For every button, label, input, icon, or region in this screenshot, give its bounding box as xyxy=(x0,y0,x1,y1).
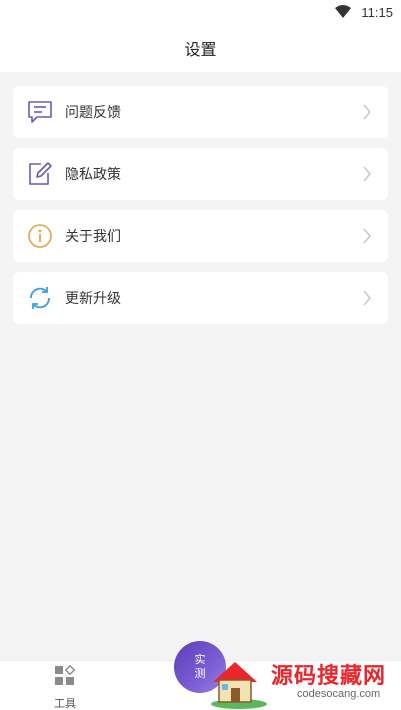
wifi-icon xyxy=(335,3,352,22)
menu-label-privacy: 隐私政策 xyxy=(65,167,121,183)
status-bar: 11:15 xyxy=(0,0,401,24)
tab-tools[interactable]: 工具 xyxy=(40,664,90,710)
chevron-right-icon xyxy=(360,289,374,307)
menu-label-update: 更新升级 xyxy=(65,291,121,307)
status-time: 11:15 xyxy=(361,4,393,20)
watermark: 源码搜藏网 codesocang.com xyxy=(205,654,401,710)
menu-item-update[interactable]: 更新升级 xyxy=(13,272,388,324)
feedback-icon xyxy=(27,99,53,125)
house-logo-icon xyxy=(211,662,267,709)
info-icon xyxy=(27,223,53,249)
menu-item-privacy[interactable]: 隐私政策 xyxy=(13,148,388,200)
fab-label-line2: 测 xyxy=(194,667,206,680)
menu-item-feedback[interactable]: 问题反馈 xyxy=(13,86,388,138)
watermark-url: codesocang.com xyxy=(297,688,381,700)
menu-label-feedback: 问题反馈 xyxy=(65,105,121,121)
chevron-right-icon xyxy=(360,227,374,245)
tab-tools-label: 工具 xyxy=(54,697,76,710)
fab-label-line1: 实 xyxy=(194,653,206,666)
chevron-right-icon xyxy=(360,165,374,183)
page-title: 设置 xyxy=(184,40,217,59)
refresh-icon xyxy=(27,285,53,311)
header: 设置 xyxy=(0,24,401,72)
grid-icon xyxy=(54,664,76,691)
edit-icon xyxy=(27,161,53,187)
menu-label-about: 关于我们 xyxy=(65,229,121,245)
settings-menu: 问题反馈 隐私政策 关于我们 更新升级 xyxy=(13,86,388,334)
watermark-title: 源码搜藏网 xyxy=(271,664,387,689)
status-right: 11:15 xyxy=(335,3,393,21)
menu-item-about[interactable]: 关于我们 xyxy=(13,210,388,262)
chevron-right-icon xyxy=(360,103,374,121)
